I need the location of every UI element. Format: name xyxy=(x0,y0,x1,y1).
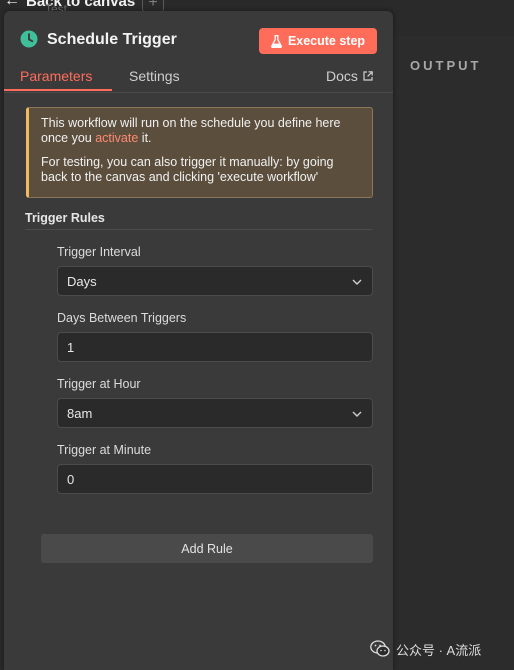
notice-line-2: For testing, you can also trigger it man… xyxy=(41,155,334,184)
section-divider xyxy=(25,229,372,230)
arrow-left-icon: ← xyxy=(4,0,20,9)
trigger-interval-value: Days xyxy=(67,273,97,289)
trigger-at-hour-label: Trigger at Hour xyxy=(57,377,141,391)
chevron-down-icon xyxy=(352,411,362,417)
external-link-icon xyxy=(363,71,373,81)
days-between-triggers-label: Days Between Triggers xyxy=(57,311,187,325)
clock-icon xyxy=(20,30,38,48)
output-label: OUTPUT xyxy=(410,58,482,73)
panel-title: Schedule Trigger xyxy=(47,31,177,48)
panel-header: Schedule Trigger Execute step xyxy=(4,11,393,67)
execute-step-label: Execute step xyxy=(287,34,366,48)
notice-text: it. xyxy=(138,131,152,145)
docs-link[interactable]: Docs xyxy=(326,68,373,84)
back-to-canvas-link[interactable]: ← Back to canvas xyxy=(4,0,135,10)
node-parameters-panel: Schedule Trigger Execute step Parameters… xyxy=(4,11,393,670)
tab-parameters[interactable]: Parameters xyxy=(20,68,92,84)
watermark-text: 公众号 · A流派 xyxy=(396,642,482,658)
wechat-icon xyxy=(370,640,390,657)
output-pane xyxy=(392,36,514,670)
trigger-at-hour-value: 8am xyxy=(67,405,93,421)
trigger-at-minute-label: Trigger at Minute xyxy=(57,443,152,457)
notice-line-1: This workflow will run on the schedule y… xyxy=(41,116,360,146)
watermark: 公众号 · A流派 xyxy=(370,638,481,660)
trigger-at-minute-value: 0 xyxy=(67,471,75,487)
trigger-at-minute-input[interactable]: 0 xyxy=(57,464,373,494)
tab-settings[interactable]: Settings xyxy=(129,68,180,84)
activate-link[interactable]: activate xyxy=(95,131,138,145)
trigger-interval-label: Trigger Interval xyxy=(57,245,141,259)
flask-icon xyxy=(271,34,282,48)
active-tab-indicator xyxy=(4,89,112,91)
trigger-rules-title: Trigger Rules xyxy=(25,211,105,225)
days-between-triggers-value: 1 xyxy=(67,339,75,355)
panel-tabs: Parameters Settings Docs xyxy=(4,63,393,93)
trigger-at-hour-select[interactable]: 8am xyxy=(57,398,373,428)
days-between-triggers-input[interactable]: 1 xyxy=(57,332,373,362)
workflow-activation-notice: This workflow will run on the schedule y… xyxy=(26,107,373,198)
back-to-canvas-label: Back to canvas xyxy=(26,0,136,10)
add-rule-label: Add Rule xyxy=(181,541,233,556)
notice-text: This workflow will run on the schedule y… xyxy=(41,116,341,145)
trigger-interval-select[interactable]: Days xyxy=(57,266,373,296)
chevron-down-icon xyxy=(352,279,362,285)
add-rule-button[interactable]: Add Rule xyxy=(41,534,373,563)
execute-step-button[interactable]: Execute step xyxy=(259,28,377,54)
docs-label: Docs xyxy=(326,68,358,84)
